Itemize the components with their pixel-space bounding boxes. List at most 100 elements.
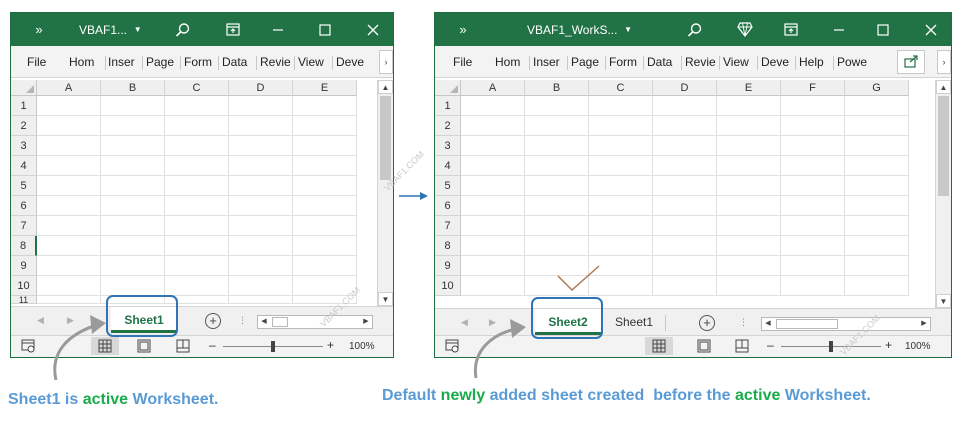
cell[interactable] — [461, 236, 525, 256]
tab-page-layout[interactable]: Page — [571, 46, 603, 78]
scroll-left-icon[interactable]: ◀ — [762, 318, 774, 330]
cell[interactable] — [165, 156, 229, 176]
row-header[interactable]: 4 — [435, 156, 461, 176]
cell[interactable] — [781, 276, 845, 296]
prev-sheet-icon[interactable]: ◀ — [461, 317, 468, 328]
cell[interactable] — [37, 136, 101, 156]
cell[interactable] — [293, 176, 357, 196]
cell[interactable] — [229, 176, 293, 196]
close-icon[interactable] — [919, 13, 943, 46]
zoom-out-icon[interactable]: – — [767, 338, 774, 352]
vertical-scrollbar[interactable]: ▲ ▼ — [935, 80, 951, 308]
cell[interactable] — [717, 236, 781, 256]
cell[interactable] — [101, 96, 165, 116]
zoom-slider-thumb[interactable] — [271, 341, 275, 352]
column-header[interactable]: E — [293, 80, 357, 96]
cell[interactable] — [717, 116, 781, 136]
row-header[interactable]: 2 — [11, 116, 37, 136]
zoom-in-icon[interactable]: + — [327, 338, 334, 352]
tab-formulas[interactable]: Form — [609, 46, 641, 78]
page-break-preview-icon[interactable] — [735, 339, 749, 356]
row-header[interactable]: 8 — [435, 236, 461, 256]
cell[interactable] — [653, 236, 717, 256]
ribbon-scroll-right-icon[interactable]: › — [379, 50, 393, 74]
cell[interactable] — [293, 156, 357, 176]
cell[interactable] — [101, 196, 165, 216]
add-sheet-icon[interactable]: + — [205, 313, 221, 329]
cell[interactable] — [37, 216, 101, 236]
page-break-preview-icon[interactable] — [176, 339, 190, 356]
add-sheet-icon[interactable]: + — [699, 315, 715, 331]
cell[interactable] — [37, 276, 101, 296]
column-header[interactable]: G — [845, 80, 909, 96]
cell[interactable] — [653, 136, 717, 156]
cell[interactable] — [101, 216, 165, 236]
cell[interactable] — [101, 176, 165, 196]
cell[interactable] — [37, 96, 101, 116]
select-all-corner[interactable] — [11, 80, 37, 96]
quick-access-overflow-icon[interactable]: » — [29, 13, 49, 46]
cell[interactable] — [525, 136, 589, 156]
scroll-right-icon[interactable]: ▶ — [360, 316, 372, 328]
column-header[interactable]: A — [461, 80, 525, 96]
row-header[interactable]: 1 — [435, 96, 461, 116]
tab-review[interactable]: Revie — [685, 46, 717, 78]
cell[interactable] — [717, 176, 781, 196]
scroll-thumb[interactable] — [380, 96, 391, 180]
cell[interactable] — [589, 96, 653, 116]
cell[interactable] — [229, 156, 293, 176]
cell[interactable] — [717, 216, 781, 236]
cell[interactable] — [525, 236, 589, 256]
close-icon[interactable] — [361, 13, 385, 46]
cell[interactable] — [293, 236, 357, 256]
cell[interactable] — [845, 276, 909, 296]
cell[interactable] — [845, 236, 909, 256]
row-header[interactable]: 3 — [11, 136, 37, 156]
cell[interactable] — [717, 256, 781, 276]
cell[interactable] — [781, 196, 845, 216]
cell[interactable] — [525, 156, 589, 176]
cell[interactable] — [229, 276, 293, 296]
tab-view[interactable]: View — [723, 46, 755, 78]
ribbon-scroll-right-icon[interactable]: › — [937, 50, 951, 74]
tab-developer[interactable]: Deve — [761, 46, 793, 78]
tab-review[interactable]: Revie — [260, 46, 292, 78]
cell[interactable] — [293, 216, 357, 236]
cell[interactable] — [845, 156, 909, 176]
zoom-out-icon[interactable]: – — [209, 338, 216, 352]
row-header[interactable]: 5 — [435, 176, 461, 196]
cell[interactable] — [653, 276, 717, 296]
cell[interactable] — [165, 216, 229, 236]
quick-access-overflow-icon[interactable]: » — [453, 13, 473, 46]
cell[interactable] — [229, 296, 293, 304]
cell[interactable] — [293, 136, 357, 156]
column-header[interactable]: B — [101, 80, 165, 96]
row-header[interactable]: 9 — [435, 256, 461, 276]
normal-view-icon[interactable] — [645, 337, 673, 355]
cell[interactable] — [589, 116, 653, 136]
cell[interactable] — [101, 236, 165, 256]
cell[interactable] — [229, 256, 293, 276]
column-header[interactable]: E — [717, 80, 781, 96]
tab-insert[interactable]: Inser — [108, 46, 140, 78]
row-header[interactable]: 2 — [435, 116, 461, 136]
tab-file[interactable]: File — [27, 46, 46, 78]
cell[interactable] — [525, 216, 589, 236]
row-header[interactable]: 10 — [435, 276, 461, 296]
maximize-icon[interactable] — [313, 13, 337, 46]
row-header[interactable]: 11 — [11, 296, 37, 304]
tab-developer[interactable]: Deve — [336, 46, 369, 78]
cell[interactable] — [461, 176, 525, 196]
cell[interactable] — [293, 196, 357, 216]
row-header[interactable]: 7 — [11, 216, 37, 236]
cell[interactable] — [165, 136, 229, 156]
tab-help[interactable]: Help — [799, 46, 831, 78]
cell[interactable] — [781, 236, 845, 256]
prev-sheet-icon[interactable]: ◀ — [37, 315, 44, 326]
cell[interactable] — [461, 276, 525, 296]
zoom-level[interactable]: 100% — [905, 341, 931, 352]
search-icon[interactable] — [683, 13, 707, 46]
row-header[interactable]: 9 — [11, 256, 37, 276]
cell[interactable] — [653, 156, 717, 176]
cell[interactable] — [461, 256, 525, 276]
